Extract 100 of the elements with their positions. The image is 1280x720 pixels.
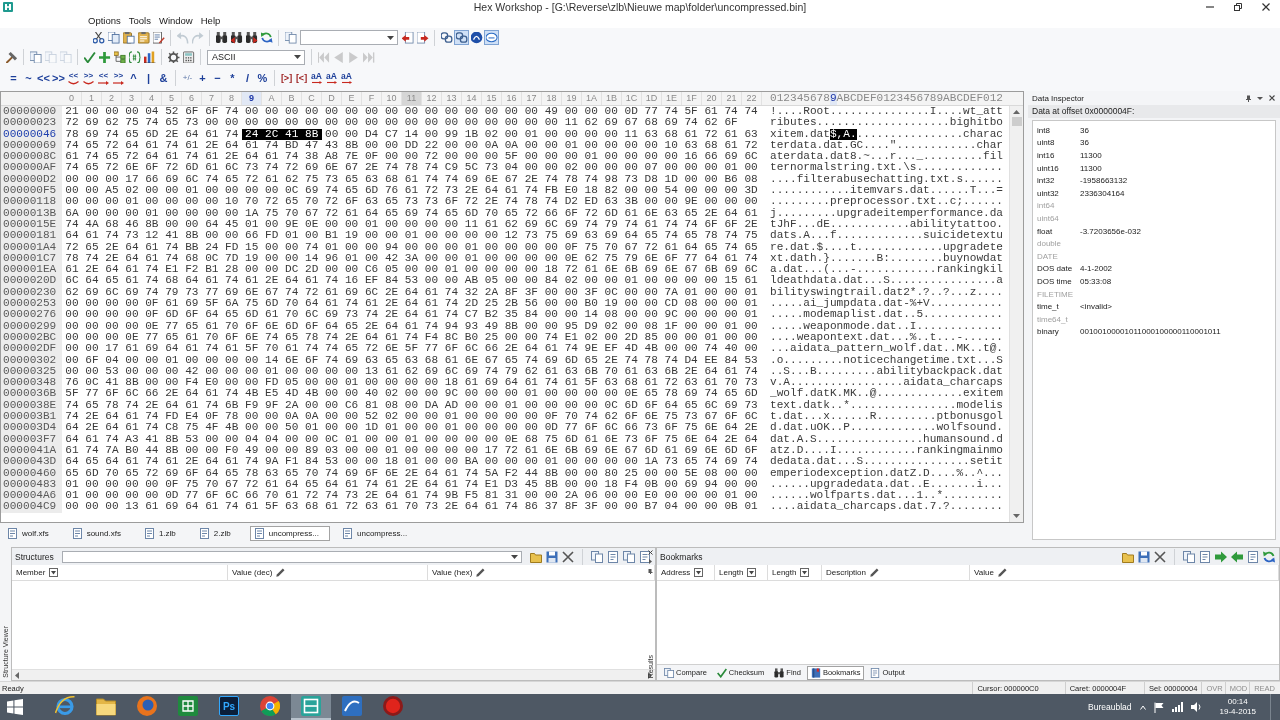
taskbar-button[interactable]: Ps — [209, 694, 249, 720]
speaker-icon[interactable] — [1190, 702, 1202, 712]
restore-icon[interactable] — [1234, 3, 1242, 11]
file-tab[interactable]: 1.zlb — [139, 525, 187, 541]
menu-item[interactable]: Help — [196, 15, 225, 27]
operator-button[interactable]: = — [6, 68, 21, 88]
dropdown-field[interactable]: ASCII — [207, 49, 305, 65]
operator-button[interactable]: ~ — [21, 68, 36, 88]
pencil-icon[interactable] — [276, 568, 286, 577]
pages-icon[interactable] — [283, 30, 298, 45]
pages-icon[interactable] — [622, 550, 635, 563]
menu-item[interactable]: Window — [154, 15, 197, 27]
page-arrow-icon[interactable] — [415, 30, 430, 45]
hammer-icon[interactable] — [4, 49, 19, 65]
folder-icon[interactable] — [1122, 550, 1134, 563]
tree-icon[interactable] — [112, 49, 127, 65]
folder-icon[interactable] — [529, 550, 542, 563]
operator-button[interactable]: aA — [324, 68, 339, 88]
pages-icon[interactable] — [590, 550, 603, 563]
filter-icon[interactable] — [800, 568, 810, 577]
plus-icon[interactable] — [97, 49, 112, 65]
operator-button[interactable]: [>] — [279, 68, 294, 88]
braces-icon[interactable] — [127, 49, 142, 65]
operator-button[interactable]: << — [96, 68, 111, 88]
document-icon[interactable] — [1199, 550, 1211, 563]
tick-icon[interactable] — [82, 49, 97, 65]
document-icon[interactable] — [638, 550, 651, 563]
menu-item[interactable]: Tools — [124, 15, 155, 27]
operator-button[interactable]: +/- — [180, 68, 195, 88]
start-icon[interactable] — [7, 699, 23, 715]
pages-icon[interactable] — [1183, 550, 1195, 563]
arrow-icon[interactable] — [1215, 550, 1227, 563]
clipboard-icon[interactable] — [136, 30, 151, 45]
operator-button[interactable]: << — [36, 68, 51, 88]
document-pen-icon[interactable] — [151, 30, 166, 45]
operator-button[interactable]: >> — [51, 68, 66, 88]
binoculars-icon[interactable] — [214, 30, 229, 45]
filter-icon[interactable] — [49, 568, 59, 577]
operator-button[interactable]: | — [141, 68, 156, 88]
pencil-icon[interactable] — [997, 568, 1007, 577]
dropdown-field[interactable] — [300, 30, 398, 45]
scroll-thumb[interactable] — [1011, 117, 1022, 126]
arrow-icon[interactable] — [1231, 550, 1243, 563]
operator-button[interactable]: − — [210, 68, 225, 88]
operator-button[interactable]: ^ — [126, 68, 141, 88]
operator-button[interactable]: & — [156, 68, 171, 88]
settings-icon[interactable] — [166, 49, 181, 65]
up-arrow-icon[interactable] — [1013, 110, 1020, 114]
operator-button[interactable]: << — [66, 68, 81, 88]
close-icon[interactable] — [1269, 95, 1275, 101]
paste-icon[interactable] — [121, 30, 136, 45]
document-icon[interactable] — [1247, 550, 1259, 563]
operator-button[interactable]: % — [255, 68, 270, 88]
file-tab[interactable]: wolf.xfs — [3, 525, 60, 541]
close-icon[interactable] — [561, 550, 574, 563]
operator-button[interactable]: * — [225, 68, 240, 88]
calculator-icon[interactable] — [181, 49, 196, 65]
pencil-icon[interactable] — [476, 568, 486, 577]
file-tab[interactable]: uncompress... — [338, 525, 419, 541]
file-tab[interactable]: 2.zlb — [194, 525, 242, 541]
binoculars-arrow-icon[interactable] — [229, 30, 244, 45]
filter-icon[interactable] — [694, 568, 704, 577]
vertical-scrollbar[interactable] — [1009, 106, 1023, 522]
close-icon[interactable] — [648, 550, 653, 555]
file-tab[interactable]: sound.xfs — [67, 525, 132, 541]
scissors-icon[interactable] — [91, 30, 106, 45]
dropdown-field[interactable] — [61, 550, 522, 563]
pencil-icon[interactable] — [870, 568, 879, 577]
flag-icon[interactable] — [1153, 701, 1164, 713]
operator-button[interactable]: aA — [339, 68, 354, 88]
menu-item[interactable]: Options — [84, 15, 125, 27]
oval-icon[interactable] — [484, 30, 499, 45]
copy-icon[interactable] — [106, 30, 121, 45]
operator-button[interactable]: aA — [309, 68, 324, 88]
disc-icon[interactable] — [469, 30, 484, 45]
close-icon[interactable] — [1154, 550, 1166, 563]
close-icon[interactable] — [1262, 3, 1270, 11]
document-icon[interactable] — [606, 550, 619, 563]
chevron-icon[interactable] — [1139, 704, 1146, 710]
refresh-icon[interactable] — [259, 30, 274, 45]
page-arrow-icon[interactable] — [400, 30, 415, 45]
toolbar-label[interactable]: Bureaublad — [1088, 702, 1132, 712]
filter-icon[interactable] — [747, 568, 757, 577]
file-tab[interactable]: uncompress... — [249, 525, 330, 541]
caret-icon[interactable] — [1257, 96, 1263, 100]
operator-button[interactable]: / — [240, 68, 255, 88]
network-icon[interactable] — [1171, 702, 1183, 712]
taskbar-button[interactable] — [291, 694, 331, 720]
operator-button[interactable]: >> — [111, 68, 126, 88]
bar-chart-icon[interactable] — [142, 49, 157, 65]
operator-button[interactable]: + — [195, 68, 210, 88]
chain-icon[interactable] — [439, 30, 454, 45]
down-arrow-icon[interactable] — [1013, 514, 1020, 518]
pin-icon[interactable] — [1246, 94, 1251, 102]
refresh-icon[interactable] — [1263, 550, 1275, 563]
operator-button[interactable]: >> — [81, 68, 96, 88]
pin-icon[interactable] — [648, 568, 653, 574]
pages-icon[interactable] — [28, 49, 43, 65]
binoculars-arrow-icon[interactable] — [244, 30, 259, 45]
left-arrow-icon[interactable] — [15, 671, 19, 679]
